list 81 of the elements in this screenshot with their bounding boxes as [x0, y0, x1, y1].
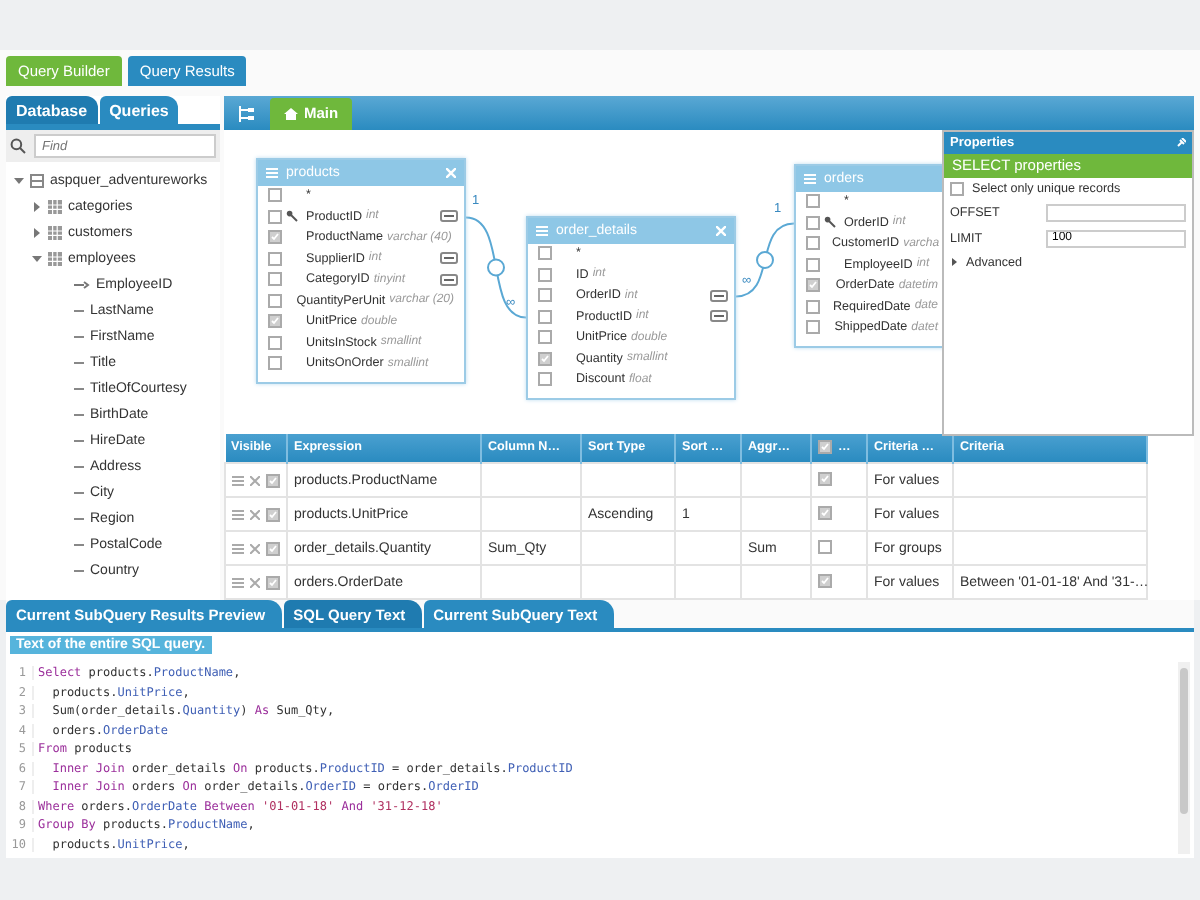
checkbox[interactable] — [806, 215, 820, 230]
link-icon[interactable] — [440, 210, 458, 223]
checkbox[interactable] — [818, 440, 832, 455]
dash-icon — [74, 568, 84, 574]
table-icon — [48, 200, 62, 214]
delete-icon[interactable] — [250, 475, 260, 485]
hierarchy-icon — [238, 106, 254, 123]
checkbox[interactable] — [538, 351, 552, 366]
checkbox[interactable] — [266, 575, 280, 589]
checkbox[interactable] — [538, 267, 552, 282]
caret-icon[interactable] — [32, 254, 42, 264]
table-icon — [48, 252, 62, 266]
link-icon[interactable] — [440, 252, 458, 265]
checkbox[interactable] — [806, 278, 820, 293]
checkbox[interactable] — [266, 473, 280, 487]
database-icon — [30, 174, 44, 188]
checkbox[interactable] — [268, 230, 282, 245]
checkbox[interactable] — [268, 209, 282, 224]
close-icon[interactable] — [446, 167, 456, 178]
checkbox[interactable] — [538, 330, 552, 345]
checkbox[interactable] — [268, 335, 282, 350]
checkbox[interactable] — [806, 236, 820, 251]
checkbox[interactable] — [806, 299, 820, 314]
drag-handle-icon[interactable] — [232, 509, 244, 519]
checkbox[interactable] — [268, 356, 282, 371]
checkbox[interactable] — [806, 257, 820, 272]
sidebar-tab[interactable]: Queries — [99, 96, 179, 124]
drag-handle-icon[interactable] — [232, 543, 244, 553]
dash-icon — [74, 542, 84, 548]
table-icon — [48, 226, 62, 240]
pin-icon[interactable] — [1176, 137, 1186, 148]
dash-icon — [74, 516, 84, 522]
delete-icon[interactable] — [250, 577, 260, 587]
caret-icon[interactable] — [14, 176, 24, 186]
dash-icon — [74, 308, 84, 314]
checkbox[interactable] — [268, 314, 282, 329]
close-icon[interactable] — [716, 225, 726, 236]
menu-icon[interactable] — [266, 167, 278, 178]
caret-icon[interactable] — [32, 228, 42, 238]
key-icon — [74, 280, 90, 290]
dash-icon — [74, 464, 84, 470]
delete-icon[interactable] — [250, 543, 260, 553]
dash-icon — [74, 412, 84, 418]
checkbox[interactable] — [268, 293, 282, 308]
drag-handle-icon[interactable] — [232, 577, 244, 587]
checkbox[interactable] — [268, 272, 282, 287]
dash-icon — [74, 490, 84, 496]
checkbox[interactable] — [818, 506, 832, 520]
sidebar-tab[interactable]: Database — [6, 96, 98, 124]
menu-icon[interactable] — [804, 173, 816, 184]
dash-icon — [74, 334, 84, 340]
checkbox[interactable] — [268, 251, 282, 266]
checkbox[interactable] — [818, 574, 832, 588]
checkbox[interactable] — [818, 539, 832, 553]
checkbox[interactable] — [538, 288, 552, 303]
drag-handle-icon[interactable] — [232, 475, 244, 485]
dash-icon — [74, 360, 84, 366]
link-icon[interactable] — [710, 289, 728, 302]
dash-icon — [74, 438, 84, 444]
checkbox[interactable] — [950, 181, 964, 196]
dash-icon — [74, 386, 84, 392]
checkbox[interactable] — [266, 541, 280, 555]
checkbox[interactable] — [266, 507, 280, 521]
checkbox[interactable] — [538, 372, 552, 387]
input-field[interactable] — [1046, 203, 1186, 222]
home-icon — [284, 107, 298, 120]
scrollbar[interactable] — [1178, 662, 1190, 854]
checkbox[interactable] — [806, 320, 820, 335]
checkbox[interactable] — [268, 188, 282, 203]
relation-line[interactable] — [735, 221, 795, 297]
checkbox[interactable] — [818, 472, 832, 486]
caret-icon[interactable] — [32, 202, 42, 212]
checkbox[interactable] — [538, 246, 552, 261]
checkbox[interactable] — [806, 194, 820, 209]
checkbox[interactable] — [538, 309, 552, 324]
delete-icon[interactable] — [250, 509, 260, 519]
search-icon — [10, 138, 26, 154]
relation-line[interactable] — [465, 215, 527, 318]
link-icon[interactable] — [710, 310, 728, 323]
menu-icon[interactable] — [536, 225, 548, 236]
link-icon[interactable] — [440, 273, 458, 286]
